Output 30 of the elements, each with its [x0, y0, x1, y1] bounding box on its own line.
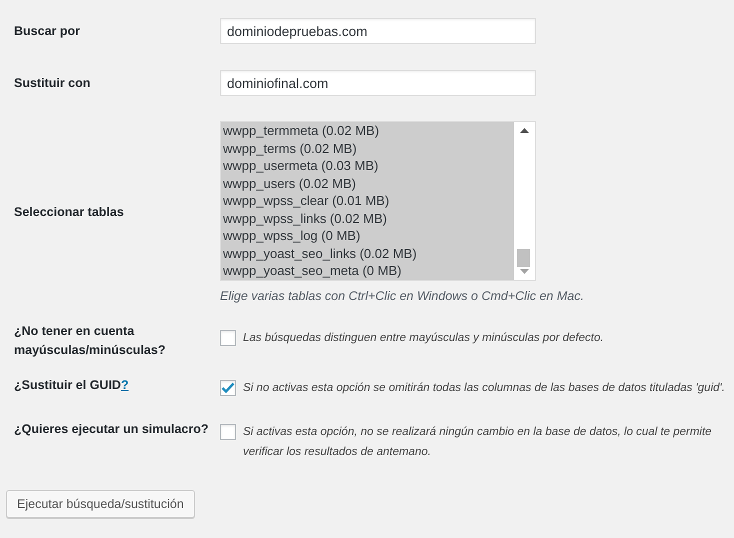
table-option[interactable]: wwpp_wpss_links (0.02 MB) [221, 210, 514, 227]
replace-field[interactable]: dominiofinal.com [220, 70, 536, 96]
option-label: ¿Sustituir el GUID? [13, 377, 130, 394]
option-label: ¿Quieres ejecutar un simulacro? [13, 421, 210, 438]
scroll-down-icon[interactable] [520, 269, 529, 275]
option-description: Si activas esta opción, no se realizará ningún cambio en la base de datos, lo cual te permite verificar los resultados de antemano. [243, 425, 713, 460]
field-label: Buscar por [13, 22, 81, 40]
table-option[interactable]: wwpp_wpss_clear (0.01 MB) [221, 192, 514, 210]
table-option[interactable]: wwpp_yoast_seo_meta (0 MB) [221, 262, 514, 280]
table-option[interactable]: wwpp_usermeta (0.03 MB) [221, 157, 514, 174]
table-option[interactable]: wwpp_yoast_seo_links (0.02 MB) [221, 244, 514, 262]
field-label: Sustituir con [13, 74, 92, 92]
checkbox[interactable] [220, 424, 236, 440]
table-option[interactable]: wwpp_users (0.02 MB) [221, 174, 514, 192]
option-description: Si no activas esta opción se omitirán todas las columnas de las bases de datos tituladas 'guid'. [243, 381, 725, 396]
help-link[interactable]: ? [120, 378, 129, 392]
option-description: Las búsquedas distinguen entre mayúsculas y minúsculas por defecto. [243, 331, 604, 346]
table-option[interactable]: wwpp_wpss_log (0 MB) [221, 227, 514, 244]
table-listbox[interactable] [220, 121, 536, 281]
field-label: Seleccionar tablas [13, 204, 125, 220]
checkbox[interactable] [220, 330, 236, 346]
search-field[interactable]: dominiodepruebas.com [220, 18, 536, 44]
scrollbar-thumb[interactable] [517, 249, 530, 267]
checkbox[interactable] [220, 380, 236, 396]
hint-text: Elige varias tablas con Ctrl+Clic en Windows o Cmd+Clic en Mac. [220, 289, 584, 303]
scroll-up-icon[interactable] [520, 127, 529, 133]
table-option[interactable]: wwpp_terms (0.02 MB) [221, 140, 514, 157]
submit-button[interactable]: Ejecutar búsqueda/sustitución [6, 490, 195, 518]
table-option[interactable]: wwpp_termmeta (0.02 MB) [221, 122, 514, 140]
option-label: ¿No tener en cuenta mayúsculas/minúsculas? [13, 323, 166, 359]
